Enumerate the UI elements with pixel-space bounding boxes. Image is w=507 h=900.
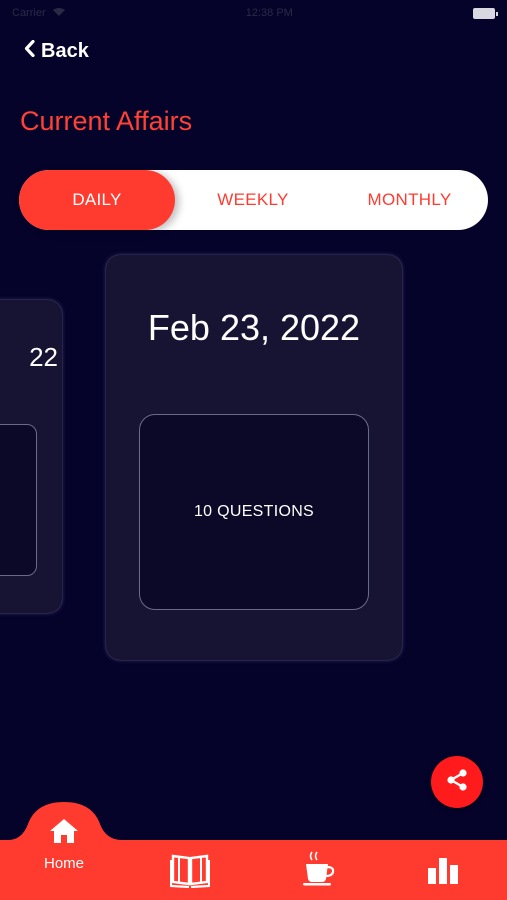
- questions-label: 10 QUESTIONS: [193, 503, 315, 520]
- coffee-icon: [300, 851, 336, 892]
- share-icon: [444, 767, 470, 798]
- wifi-icon: [52, 7, 66, 20]
- nav-home-label: Home: [43, 855, 84, 872]
- tab-weekly[interactable]: WEEKLY: [175, 170, 331, 230]
- nav-break[interactable]: [300, 851, 336, 892]
- status-time: 12:38 PM: [245, 7, 293, 19]
- nav-stats[interactable]: [426, 856, 460, 891]
- battery-icon: [473, 7, 498, 19]
- tab-daily[interactable]: DAILY: [19, 170, 175, 230]
- status-right: [473, 7, 498, 19]
- questions-button[interactable]: 10 QUESTIONS: [139, 414, 369, 610]
- nav-home[interactable]: Home: [28, 818, 100, 872]
- back-button[interactable]: Back: [24, 39, 89, 63]
- chevron-left-icon: [24, 39, 35, 63]
- previous-quiz-card[interactable]: 22: [0, 300, 62, 613]
- carrier-text: Carrier: [12, 7, 46, 19]
- period-segmented-control: DAILY WEEKLY MONTHLY: [19, 170, 488, 230]
- status-bar: Carrier 12:38 PM: [0, 0, 507, 26]
- book-icon: [169, 852, 211, 893]
- previous-card-date: 22: [29, 342, 58, 372]
- nav-library[interactable]: [169, 852, 211, 893]
- home-icon: [49, 818, 79, 849]
- status-left: Carrier: [12, 7, 66, 20]
- share-button[interactable]: [431, 756, 483, 808]
- previous-card-questions-box[interactable]: [0, 424, 37, 576]
- quiz-card-date: Feb 23, 2022: [147, 307, 361, 348]
- back-label: Back: [41, 40, 89, 62]
- page-title: Current Affairs: [20, 106, 193, 136]
- tab-monthly[interactable]: MONTHLY: [331, 170, 488, 230]
- quiz-card[interactable]: Feb 23, 2022 10 QUESTIONS: [106, 255, 402, 660]
- bar-chart-icon: [426, 856, 460, 891]
